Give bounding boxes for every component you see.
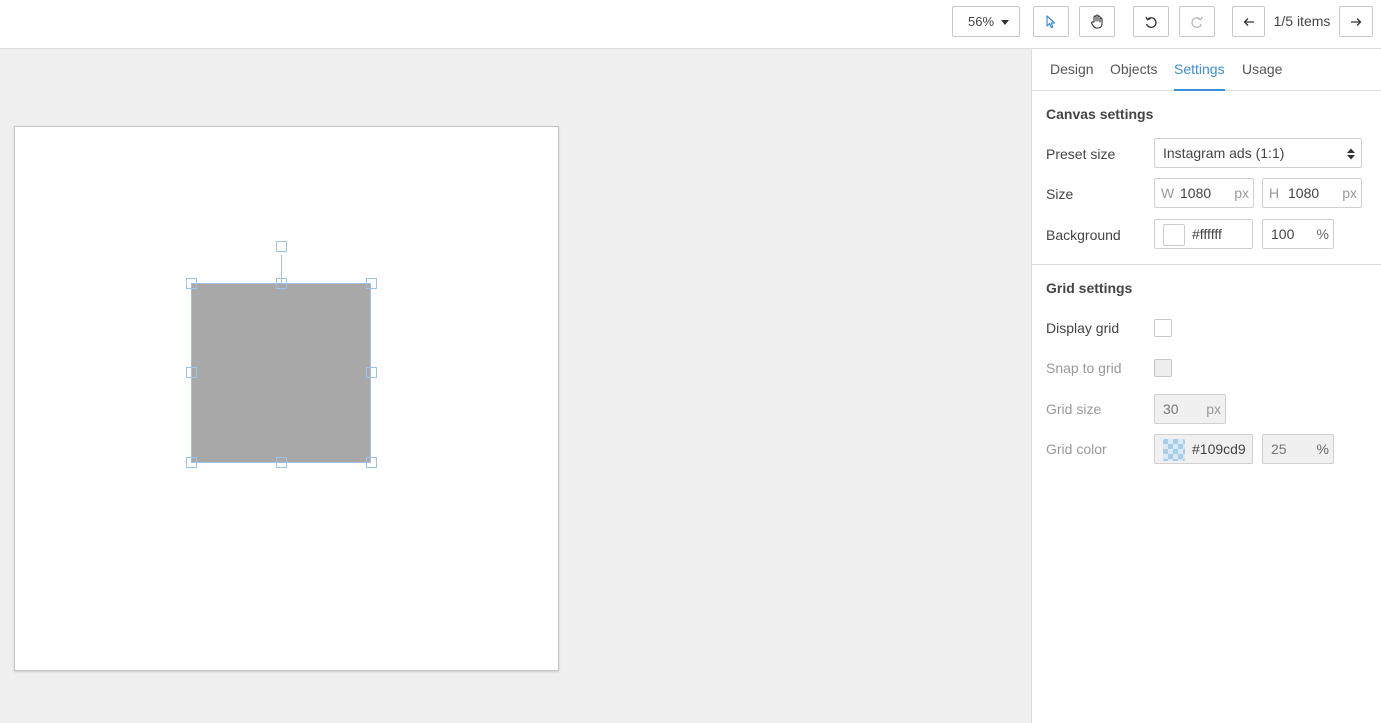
selected-rectangle[interactable] [191, 283, 371, 463]
resize-handle-top-left[interactable] [186, 278, 197, 289]
height-value: 1080 [1288, 185, 1320, 201]
percent-icon: % [1316, 441, 1329, 457]
display-grid-checkbox[interactable] [1154, 319, 1172, 337]
grid-color-input[interactable]: #109cd9 [1154, 434, 1253, 464]
undo-button[interactable] [1133, 6, 1169, 37]
grid-opacity-input[interactable]: 25 % [1262, 434, 1334, 464]
snap-to-grid-label: Snap to grid [1046, 360, 1122, 376]
tab-usage[interactable]: Usage [1242, 49, 1282, 91]
cursor-arrow-icon [1046, 14, 1056, 28]
preset-size-value: Instagram ads (1:1) [1163, 145, 1285, 161]
size-label: Size [1046, 186, 1074, 202]
resize-handle-left[interactable] [186, 367, 197, 378]
width-input[interactable]: W 1080 px [1154, 178, 1254, 208]
tab-settings[interactable]: Settings [1174, 49, 1225, 91]
arrow-left-icon [1243, 17, 1254, 26]
preset-size-select[interactable]: Instagram ads (1:1) [1154, 138, 1362, 168]
width-unit: px [1234, 185, 1249, 201]
grid-opacity-value: 25 [1271, 441, 1287, 457]
resize-handle-right[interactable] [366, 367, 377, 378]
resize-handle-top[interactable] [276, 278, 287, 289]
canvas-settings-title: Canvas settings [1046, 106, 1154, 122]
hand-pan-icon [1091, 14, 1103, 29]
tab-design[interactable]: Design [1050, 49, 1094, 91]
next-item-button[interactable] [1339, 6, 1373, 37]
arrow-right-icon [1351, 17, 1362, 26]
background-color-input[interactable]: #ffffff [1154, 219, 1253, 249]
zoom-level: 56% [968, 14, 995, 29]
background-opacity-value: 100 [1271, 226, 1295, 242]
grid-size-label: Grid size [1046, 401, 1102, 417]
preset-size-label: Preset size [1046, 146, 1116, 162]
display-grid-label: Display grid [1046, 320, 1120, 336]
resize-handle-bottom-right[interactable] [366, 457, 377, 468]
grid-color-label: Grid color [1046, 441, 1107, 457]
percent-icon: % [1316, 226, 1329, 242]
height-unit: px [1342, 185, 1357, 201]
section-divider [1032, 264, 1381, 265]
background-color-value: #ffffff [1192, 226, 1222, 242]
width-prefix: W [1161, 185, 1175, 201]
artboard[interactable] [14, 126, 559, 671]
select-tool-button[interactable] [1033, 6, 1069, 37]
height-input[interactable]: H 1080 px [1262, 178, 1362, 208]
rotation-handle[interactable] [276, 241, 287, 252]
resize-handle-bottom[interactable] [276, 457, 287, 468]
resize-handle-bottom-left[interactable] [186, 457, 197, 468]
undo-icon [1145, 15, 1157, 28]
background-color-swatch[interactable] [1163, 224, 1185, 246]
grid-settings-title: Grid settings [1046, 280, 1133, 296]
canvas-workspace[interactable] [0, 49, 1031, 723]
grid-size-unit: px [1206, 401, 1221, 417]
grid-color-swatch[interactable] [1163, 439, 1185, 461]
properties-panel: Design Objects Settings Usage Canvas set… [1031, 49, 1381, 723]
grid-size-value: 30 [1163, 401, 1179, 417]
items-counter: 1/5 items [1273, 13, 1331, 29]
redo-icon [1191, 15, 1203, 28]
tab-objects[interactable]: Objects [1110, 49, 1157, 91]
pan-tool-button[interactable] [1079, 6, 1115, 37]
background-label: Background [1046, 227, 1121, 243]
previous-item-button[interactable] [1232, 6, 1265, 37]
resize-handle-top-right[interactable] [366, 278, 377, 289]
grid-color-value: #109cd9 [1192, 441, 1246, 457]
redo-button[interactable] [1179, 6, 1215, 37]
grid-size-input[interactable]: 30 px [1154, 394, 1226, 424]
panel-tabs: Design Objects Settings Usage [1032, 49, 1381, 91]
height-prefix: H [1269, 185, 1280, 201]
chevron-down-icon [1001, 20, 1009, 25]
background-opacity-input[interactable]: 100 % [1262, 219, 1334, 249]
top-toolbar: 56% 1/5 items [0, 0, 1381, 49]
sort-arrows-icon [1347, 148, 1355, 160]
zoom-dropdown[interactable]: 56% [952, 6, 1020, 37]
width-value: 1080 [1180, 185, 1212, 201]
snap-to-grid-checkbox[interactable] [1154, 359, 1172, 377]
